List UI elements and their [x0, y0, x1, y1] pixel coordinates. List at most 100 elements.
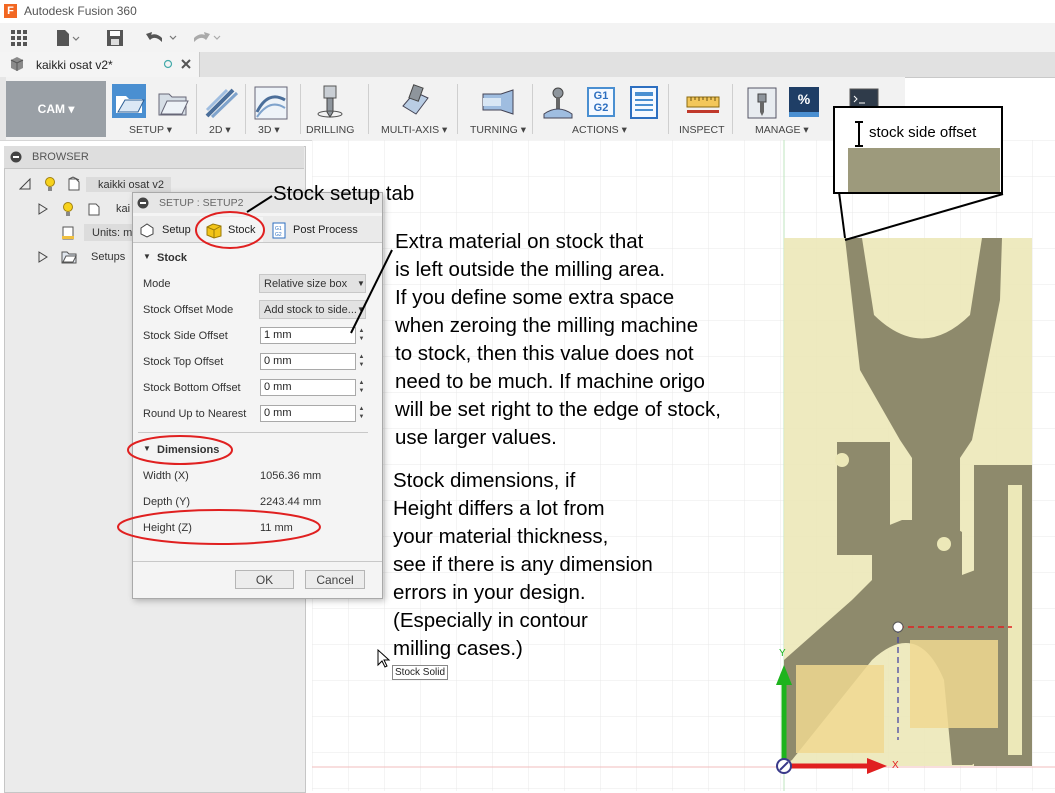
- post-library-icon[interactable]: %: [789, 87, 819, 117]
- visibility-bulb-icon[interactable]: [44, 177, 56, 192]
- stock-box-icon: [206, 223, 222, 239]
- stock-bottom-offset-label: Stock Bottom Offset: [143, 382, 241, 394]
- stock-top-offset-stepper[interactable]: ▲ ▼: [357, 353, 366, 370]
- depth-label: Depth (Y): [143, 496, 191, 508]
- pocket-region: [910, 640, 998, 728]
- ribbon-group-2d[interactable]: 2D ▾: [209, 124, 231, 136]
- annotation-dimension-line-3: your material thickness,: [393, 525, 609, 548]
- x-axis-label: X: [892, 760, 899, 771]
- tab-post-process[interactable]: Post Process: [293, 224, 358, 236]
- title-bar: [0, 0, 1055, 24]
- annotation-offset-line-2: is left outside the milling area.: [395, 258, 666, 281]
- annotation-offset-line-5: to stock, then this value does not: [395, 342, 694, 365]
- undo-icon[interactable]: [144, 29, 180, 47]
- annotation-offset-line-3: If you define some extra space: [395, 286, 675, 309]
- collapsed-triangle-icon[interactable]: [38, 251, 48, 263]
- setup-sheet-icon[interactable]: [628, 86, 662, 120]
- simulate-icon[interactable]: [541, 86, 575, 120]
- chevron-down-icon: ▼: [357, 279, 365, 288]
- ribbon-separator: [532, 84, 533, 134]
- annotation-dimension-line-4: see if there is any dimension: [393, 553, 653, 576]
- tab-stock[interactable]: Stock: [228, 224, 256, 236]
- turning-icon[interactable]: [481, 86, 515, 120]
- annotation-dimension-line-2: Height differs a lot from: [393, 497, 605, 520]
- collapse-dialog-icon[interactable]: [137, 197, 149, 209]
- offset-dimension-marker: [855, 121, 863, 147]
- apps-grid-icon[interactable]: [10, 29, 30, 47]
- mode-label: Mode: [143, 278, 171, 290]
- round-up-stepper[interactable]: ▲ ▼: [357, 405, 366, 422]
- tab-setup[interactable]: Setup: [162, 224, 191, 236]
- tool-library-icon[interactable]: [746, 86, 780, 120]
- origin-marker[interactable]: [892, 621, 904, 633]
- redo-icon[interactable]: [188, 29, 224, 47]
- ribbon-separator: [457, 84, 458, 134]
- document-component-icon: [68, 176, 80, 191]
- cancel-button[interactable]: Cancel: [305, 570, 365, 589]
- multi-axis-icon[interactable]: [398, 84, 432, 118]
- annotation-dimension-line-5: errors in your design.: [393, 581, 586, 604]
- ribbon-group-turning[interactable]: TURNING ▾: [470, 124, 526, 136]
- ribbon-group-actions[interactable]: ACTIONS ▾: [572, 124, 627, 136]
- section-collapse-icon[interactable]: ▼: [143, 252, 151, 261]
- ribbon-group-inspect[interactable]: INSPECT: [679, 124, 725, 136]
- file-menu-icon[interactable]: [54, 28, 80, 48]
- setups-folder-icon: [61, 251, 77, 264]
- visibility-bulb-icon[interactable]: [62, 202, 74, 217]
- stock-bottom-offset-input[interactable]: 0 mm: [260, 379, 356, 396]
- part-hole: [937, 537, 951, 551]
- ok-button[interactable]: OK: [235, 570, 294, 589]
- ribbon-group-drilling[interactable]: DRILLING: [306, 124, 354, 136]
- stock-offset-mode-select[interactable]: Add stock to side...: [259, 300, 366, 319]
- stock-solid-tooltip: Stock Solid: [392, 665, 449, 680]
- drill-icon[interactable]: [313, 84, 347, 118]
- annotation-dimension-line-7: milling cases.): [393, 637, 523, 660]
- browser-root-item[interactable]: kaikki osat v2: [98, 179, 164, 191]
- browser-units-item[interactable]: Units: mr: [92, 227, 136, 239]
- chevron-down-icon: ▼: [357, 305, 365, 314]
- pocket-region: [796, 665, 884, 753]
- callout-part-fill: [848, 148, 1000, 192]
- ribbon-group-setup[interactable]: SETUP ▾: [129, 124, 172, 136]
- workspace-switcher-button[interactable]: CAM ▾: [6, 81, 106, 137]
- stock-offset-mode-value: Add stock to side...: [264, 304, 357, 316]
- units-document-icon: [62, 226, 74, 240]
- part-hole: [835, 453, 849, 467]
- new-setup-icon[interactable]: [112, 84, 146, 118]
- ribbon-group-3d[interactable]: 3D ▾: [258, 124, 280, 136]
- stock-side-offset-input[interactable]: 1 mm: [260, 327, 356, 344]
- stock-section-header[interactable]: Stock: [157, 252, 187, 264]
- depth-value: 2243.44 mm: [260, 496, 322, 508]
- annotation-dimension-line-6: (Especially in contour: [393, 609, 588, 632]
- ribbon-separator: [732, 84, 733, 134]
- mode-select[interactable]: Relative size box: [259, 274, 366, 293]
- component-icon: [88, 203, 100, 216]
- annotation-offset-line-4: when zeroing the milling machine: [395, 314, 699, 337]
- stock-top-offset-input[interactable]: 0 mm: [260, 353, 356, 370]
- stock-side-offset-stepper[interactable]: ▲ ▼: [357, 327, 366, 344]
- svg-text:G2: G2: [275, 232, 282, 238]
- setup-tab-icon: [140, 223, 154, 238]
- ribbon-group-manage[interactable]: MANAGE ▾: [755, 124, 809, 136]
- expanded-triangle-icon[interactable]: [19, 178, 31, 190]
- setup-folder-icon[interactable]: [156, 86, 190, 120]
- post-process-g1g2-icon[interactable]: G1 G2: [587, 87, 615, 117]
- browser-setups-item[interactable]: Setups: [91, 251, 125, 263]
- round-up-input[interactable]: 0 mm: [260, 405, 356, 422]
- browser-component-item[interactable]: kai: [116, 203, 130, 215]
- ribbon-group-multi-axis[interactable]: MULTI-AXIS ▾: [381, 124, 447, 136]
- part-strip-slot: [1008, 485, 1022, 755]
- stock-side-offset-label: Stock Side Offset: [143, 330, 228, 342]
- measure-icon[interactable]: [686, 92, 720, 126]
- stock-bottom-offset-stepper[interactable]: ▲ ▼: [357, 379, 366, 396]
- 2d-milling-icon[interactable]: [205, 86, 239, 120]
- collapsed-triangle-icon[interactable]: [38, 203, 48, 215]
- 3d-milling-icon[interactable]: [254, 86, 288, 120]
- collapse-browser-icon[interactable]: [10, 151, 22, 163]
- sync-status-icon: [163, 59, 173, 69]
- ribbon-separator: [368, 84, 369, 134]
- dimensions-section-header[interactable]: Dimensions: [157, 444, 219, 456]
- save-icon[interactable]: [106, 29, 124, 47]
- section-collapse-icon[interactable]: ▼: [143, 444, 151, 453]
- close-tab-icon[interactable]: [180, 58, 192, 70]
